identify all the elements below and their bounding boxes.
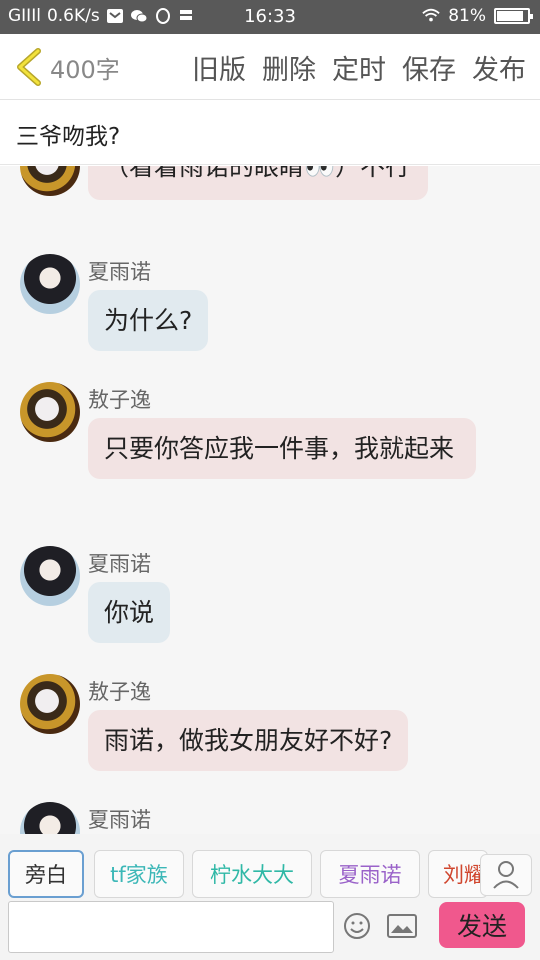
message-bubble[interactable]: 为什么? xyxy=(88,290,209,351)
back-arrow-icon[interactable] xyxy=(12,48,46,86)
avatar[interactable] xyxy=(20,166,80,196)
emoji-icon[interactable] xyxy=(343,912,371,940)
character-selector: 旁白 tf家族 柠水大大 夏雨诺 刘耀 xyxy=(0,834,540,898)
avatar[interactable] xyxy=(20,254,80,314)
character-chip-liu-yao[interactable]: 刘耀 xyxy=(428,850,488,898)
battery-percent: 81% xyxy=(448,6,486,26)
story-title-bar[interactable]: 三爷吻我? xyxy=(0,101,540,165)
speaker-name: 敖子逸 xyxy=(88,680,151,704)
delete-button[interactable]: 删除 xyxy=(262,48,316,87)
save-button[interactable]: 保存 xyxy=(402,48,456,87)
input-bar: 发送 xyxy=(0,898,540,960)
schedule-button[interactable]: 定时 xyxy=(332,48,386,87)
word-count: 400字 xyxy=(50,56,120,84)
speaker-name: 夏雨诺 xyxy=(88,260,151,284)
message-bubble[interactable]: 你说 xyxy=(88,582,171,643)
editor-toolbar: 400字 旧版 删除 定时 保存 发布 xyxy=(0,34,540,100)
send-button[interactable]: 发送 xyxy=(439,902,525,948)
wifi-icon xyxy=(422,8,440,22)
character-chip-ningshui[interactable]: 柠水大大 xyxy=(192,850,312,898)
chat-area[interactable]: （看着雨诺的眼睛👀）不行 夏雨诺 为什么? 敖子逸 只要你答应我一件事，我就起来… xyxy=(0,166,540,834)
message-bubble[interactable]: 雨诺，做我女朋友好不好? xyxy=(88,710,409,771)
speaker-name: 夏雨诺 xyxy=(88,808,151,832)
old-version-button[interactable]: 旧版 xyxy=(192,48,246,87)
message-input[interactable] xyxy=(8,901,334,953)
avatar[interactable] xyxy=(20,674,80,734)
person-icon xyxy=(493,861,519,889)
character-chip-narration[interactable]: 旁白 xyxy=(8,850,84,898)
message-bubble[interactable]: （看着雨诺的眼睛👀）不行 xyxy=(88,166,429,200)
avatar[interactable] xyxy=(20,802,80,834)
story-title[interactable]: 三爷吻我? xyxy=(16,117,120,151)
add-character-button[interactable] xyxy=(480,854,532,896)
image-icon[interactable] xyxy=(387,914,417,938)
message-bubble[interactable]: 只要你答应我一件事，我就起来 xyxy=(88,418,476,479)
publish-button[interactable]: 发布 xyxy=(472,48,526,87)
character-chip-tf-family[interactable]: tf家族 xyxy=(94,850,184,898)
character-chip-xia-yunuo[interactable]: 夏雨诺 xyxy=(320,850,420,898)
speaker-name: 夏雨诺 xyxy=(88,552,151,576)
speaker-name: 敖子逸 xyxy=(88,388,151,412)
battery-icon xyxy=(494,8,533,24)
avatar[interactable] xyxy=(20,382,80,442)
avatar[interactable] xyxy=(20,546,80,606)
status-bar: GIIIl 0.6K/s 16:33 81% xyxy=(0,0,540,34)
